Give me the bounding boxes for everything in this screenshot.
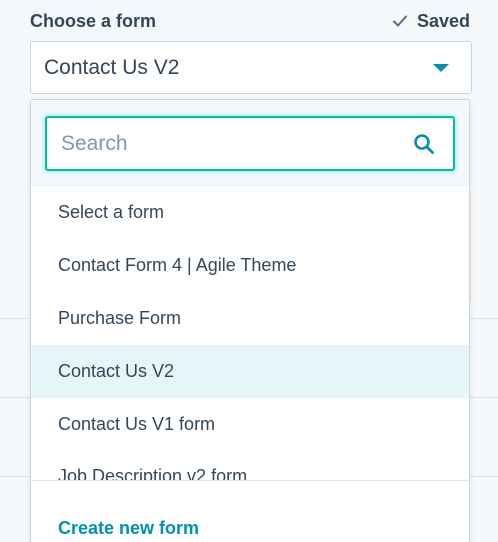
form-chooser-page: Choose a form Saved Contact Us V2 Select… [0, 0, 498, 542]
background-divider [0, 397, 30, 398]
search-field[interactable] [45, 116, 455, 171]
form-option-label: Contact Us V2 [58, 361, 175, 381]
form-option[interactable]: Contact Form 4 | Agile Theme [31, 239, 469, 292]
field-label: Choose a form [30, 10, 157, 31]
form-option[interactable]: Select a form [31, 186, 469, 239]
form-chooser-header: Choose a form Saved [30, 8, 470, 34]
form-select[interactable]: Contact Us V2 [30, 41, 472, 94]
form-option-label: Contact Form 4 | Agile Theme [58, 255, 297, 275]
create-new-form-link[interactable]: Create new form [58, 518, 199, 539]
form-option-selected[interactable]: Contact Us V2 [31, 345, 469, 398]
saved-status: Saved [391, 11, 470, 32]
form-options-list: Select a form Contact Form 4 | Agile The… [31, 186, 469, 481]
form-option-label: Job Description v2 form [58, 466, 248, 481]
background-divider [468, 476, 498, 477]
dropdown-footer-divider [31, 480, 469, 481]
background-divider [468, 397, 498, 398]
background-divider [0, 318, 30, 319]
search-container [31, 100, 469, 186]
background-divider [468, 318, 498, 319]
form-option-label: Purchase Form [58, 308, 182, 328]
selected-form-value: Contact Us V2 [44, 55, 180, 79]
form-option[interactable]: Job Description v2 form [31, 451, 469, 481]
saved-label: Saved [416, 10, 470, 31]
form-dropdown-menu: Select a form Contact Form 4 | Agile The… [30, 99, 470, 542]
form-option[interactable]: Purchase Form [31, 292, 469, 345]
search-icon[interactable] [413, 133, 435, 155]
background-divider [0, 476, 30, 477]
caret-down-icon [433, 63, 449, 72]
check-icon [392, 15, 407, 27]
form-option-label: Contact Us V1 form [58, 414, 216, 434]
form-option-label: Select a form [58, 202, 165, 222]
search-input[interactable] [61, 131, 413, 156]
form-option[interactable]: Contact Us V1 form [31, 398, 469, 451]
